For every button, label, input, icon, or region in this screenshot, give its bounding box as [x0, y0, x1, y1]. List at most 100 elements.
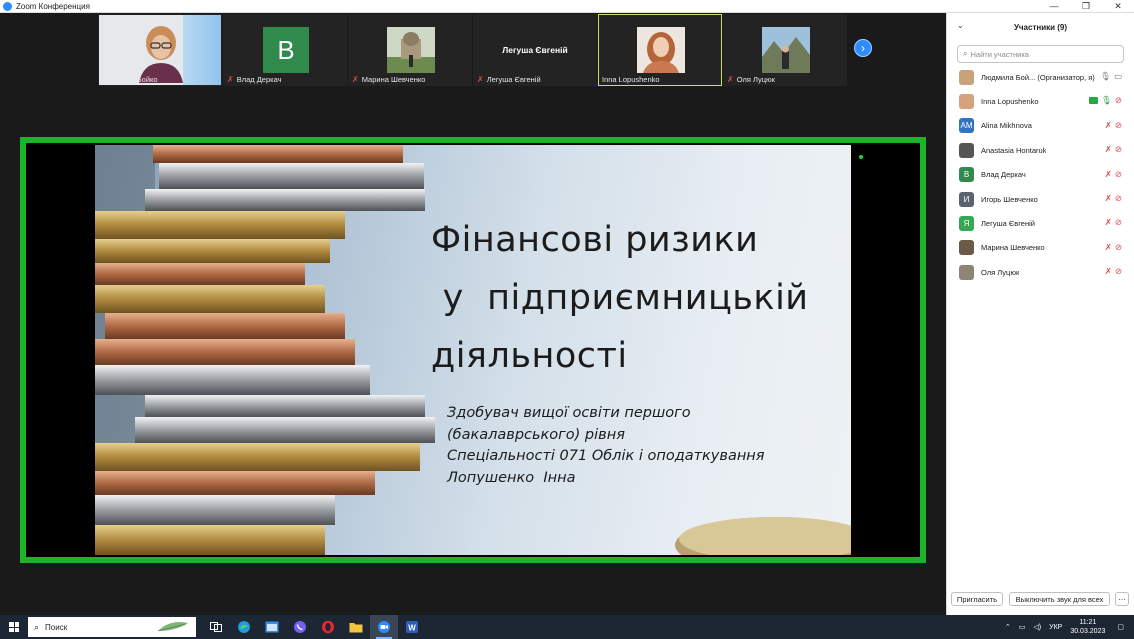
slide-subtitle: Здобувач вищої освіти першого (бакалаврс…: [447, 403, 765, 489]
taskbar-viber[interactable]: [286, 615, 314, 639]
zoom-app-icon: [3, 1, 12, 11]
mic-on-icon[interactable]: 🎙︎: [1101, 95, 1112, 106]
avatar: AM: [959, 118, 974, 134]
participant-row[interactable]: Я Легуша Євгеній ✗ ⊘: [947, 211, 1134, 235]
participant-name: Оля Луцюк: [981, 267, 1020, 277]
camera-icon[interactable]: ▭: [1114, 71, 1122, 82]
notifications-icon[interactable]: ▢: [1117, 623, 1124, 631]
clock[interactable]: 11:21 30.03.2023: [1070, 618, 1105, 636]
video-tile[interactable]: Людмила Бойко: [98, 14, 222, 86]
camera-off-icon[interactable]: ⊘: [1115, 217, 1122, 228]
participant-row[interactable]: Марина Шевченко ✗ ⊘: [947, 236, 1134, 260]
video-tile-active-speaker[interactable]: Inna Lopushenko: [598, 14, 722, 86]
participant-name: Alina Mikhnova: [981, 121, 1032, 131]
viber-icon: [294, 621, 306, 633]
tile-name: Inna Lopushenko: [602, 75, 660, 84]
taskbar-search-box[interactable]: ⌕ Поиск: [28, 617, 196, 637]
meeting-area: Людмила Бойко B ✗ Влад Деркач ✗ Марина Шев…: [0, 13, 946, 615]
network-icon[interactable]: ▭: [1019, 623, 1026, 631]
taskbar-file-explorer[interactable]: [342, 615, 370, 639]
folder-icon: [349, 623, 363, 633]
participant-row[interactable]: Anastasia Hontaruk ✗ ⊘: [947, 138, 1134, 162]
taskbar-edge[interactable]: [230, 615, 258, 639]
edge-browser-icon: [238, 621, 250, 633]
mic-muted-icon[interactable]: ✗: [1105, 169, 1112, 180]
taskbar-opera[interactable]: [314, 615, 342, 639]
camera-off-icon[interactable]: ⊘: [1115, 242, 1122, 253]
participant-row[interactable]: Оля Луцюк ✗ ⊘: [947, 260, 1134, 284]
video-tile[interactable]: ✗ Оля Луцюк: [723, 14, 847, 86]
camera-off-icon[interactable]: ⊘: [1115, 193, 1122, 204]
avatar: [637, 27, 685, 73]
search-icon: ⌕: [963, 49, 968, 58]
avatar: [387, 27, 435, 73]
video-tile[interactable]: B ✗ Влад Деркач: [223, 14, 347, 86]
participant-name: Людмила Бой... (Организатор, я): [981, 72, 1095, 82]
mic-muted-icon[interactable]: ✗: [1105, 266, 1112, 277]
camera-off-icon[interactable]: ⊘: [1115, 266, 1122, 277]
video-tile[interactable]: Легуша Євгеній ✗ Легуша Євгеній: [473, 14, 597, 86]
gallery-strip: Людмила Бойко B ✗ Влад Деркач ✗ Марина Шев…: [98, 14, 848, 86]
mic-muted-icon[interactable]: ✗: [1105, 144, 1112, 155]
avatar: B: [959, 167, 974, 183]
task-view-button[interactable]: [202, 615, 230, 639]
participant-name: Марина Шевченко: [981, 243, 1045, 253]
mic-muted-icon: ✗: [227, 75, 234, 84]
window-app-icon: [265, 621, 279, 633]
taskbar-explorer-app[interactable]: [258, 615, 286, 639]
participant-row[interactable]: AM Alina Mikhnova ✗ ⊘: [947, 114, 1134, 138]
minimize-button[interactable]: —: [1038, 0, 1070, 13]
maximize-button[interactable]: ❐: [1070, 0, 1102, 13]
language-indicator[interactable]: УКР: [1049, 624, 1062, 631]
window-controls: — ❐ ✕: [1038, 0, 1134, 13]
mic-muted-icon[interactable]: ✗: [1105, 193, 1112, 204]
avatar: [959, 69, 974, 85]
tile-name: Людмила Бойко: [102, 75, 158, 84]
more-options-button[interactable]: ···: [1115, 592, 1129, 606]
clock-time: 11:21: [1079, 619, 1097, 626]
volume-icon[interactable]: ◁): [1033, 623, 1041, 631]
camera-off-icon[interactable]: ⊘: [1115, 120, 1122, 131]
invite-button[interactable]: Пригласить: [951, 592, 1003, 606]
window-title: Zoom Конференция: [16, 1, 90, 11]
tile-center-name: Легуша Євгеній: [502, 45, 568, 55]
person-image: [139, 26, 183, 83]
close-button[interactable]: ✕: [1102, 0, 1134, 13]
mic-muted-icon[interactable]: ✗: [1105, 217, 1112, 228]
avatar: [959, 264, 974, 280]
participant-row[interactable]: Inna Lopushenko 🎙︎ ⊘: [947, 89, 1134, 113]
avatar: [959, 240, 974, 256]
camera-off-icon[interactable]: ⊘: [1115, 144, 1122, 155]
mute-all-button[interactable]: Выключить звук для всех: [1009, 592, 1110, 606]
participants-header: ⌄ Участники (9): [947, 13, 1134, 41]
participant-row[interactable]: Людмила Бой... (Организатор, я) 🎙︎ ▭: [947, 65, 1134, 89]
participant-row[interactable]: И Игорь Шевченко ✗ ⊘: [947, 187, 1134, 211]
participant-search-input[interactable]: ⌕ Найти участника: [957, 45, 1124, 63]
gallery-next-button[interactable]: ›: [854, 39, 872, 57]
chevron-up-icon[interactable]: ⌃: [1005, 623, 1011, 631]
slide-subtitle-line: Спеціальності 071 Облік і оподаткування: [447, 448, 765, 464]
slide-subtitle-line: Лопушенко Інна: [447, 469, 576, 486]
start-button[interactable]: [0, 615, 28, 639]
video-tile[interactable]: ✗ Марина Шевченко: [348, 14, 472, 86]
mic-muted-icon[interactable]: ✗: [1105, 120, 1112, 131]
system-tray: ⌃ ▭ ◁) УКР 11:21 30.03.2023 ▢: [997, 615, 1134, 639]
share-indicator-dot: [859, 155, 863, 159]
camera-off-icon[interactable]: ⊘: [1115, 95, 1122, 106]
avatar: И: [959, 191, 974, 207]
zoom-app-icon: [378, 621, 390, 633]
taskbar-word[interactable]: W: [398, 615, 426, 639]
slide-title: Фінансові ризики у підприємницькій діяль…: [431, 211, 809, 385]
camera-off-icon[interactable]: ⊘: [1115, 169, 1122, 180]
taskbar-zoom[interactable]: [370, 615, 398, 639]
word-app-icon: W: [406, 621, 418, 633]
participant-name: Влад Деркач: [981, 170, 1026, 180]
svg-text:W: W: [408, 624, 416, 633]
chevron-down-icon[interactable]: ⌄: [957, 21, 964, 30]
mic-icon[interactable]: 🎙︎: [1100, 71, 1111, 82]
avatar: [959, 142, 974, 158]
mic-muted-icon[interactable]: ✗: [1105, 242, 1112, 253]
presentation-slide: Фінансові ризики у підприємницькій діяль…: [95, 145, 851, 555]
mic-muted-icon: ✗: [477, 75, 484, 84]
participant-row[interactable]: B Влад Деркач ✗ ⊘: [947, 163, 1134, 187]
